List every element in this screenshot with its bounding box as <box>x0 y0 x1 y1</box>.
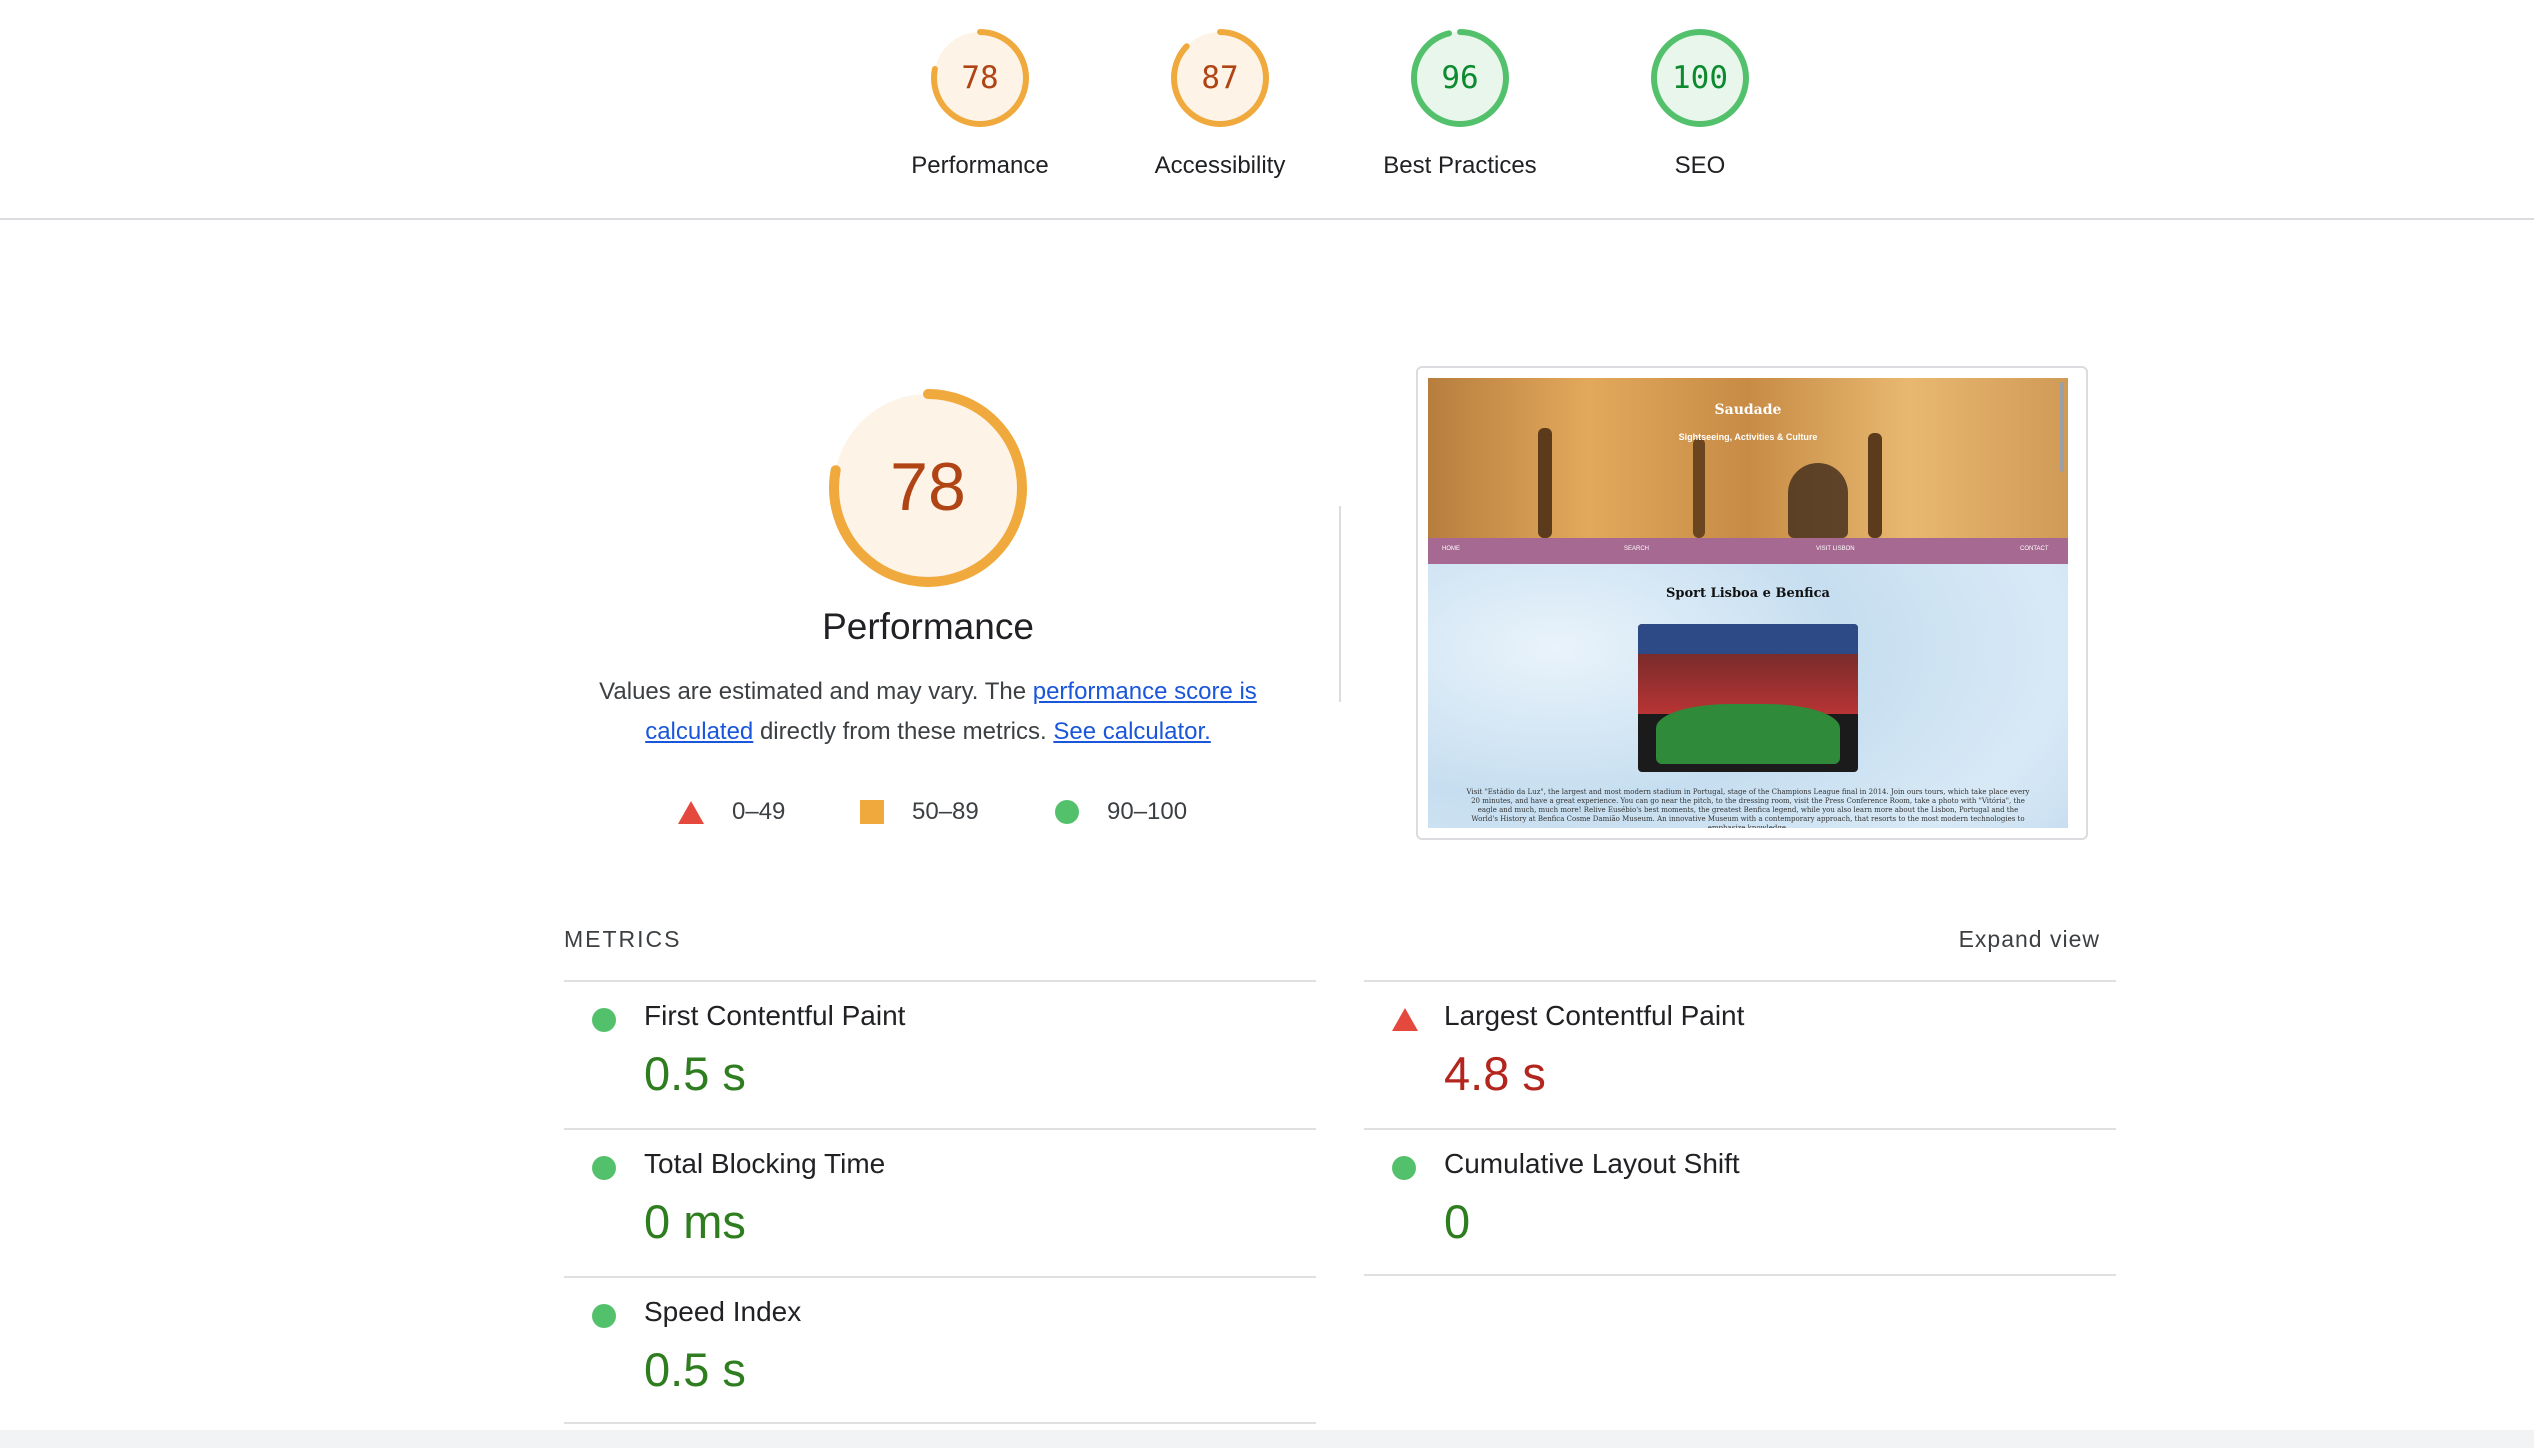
performance-gauge: 78 <box>829 389 1027 587</box>
nav-item: VISIT LISBON <box>1816 546 1855 552</box>
metric-speed-index: Speed Index 0.5 s <box>564 1278 1310 1426</box>
score-summary: 78 Performance 87 Accessibility 96 Best … <box>0 0 2534 220</box>
summary-gauge-performance[interactable]: 78 Performance <box>880 26 1080 180</box>
gauge-label: Best Practices <box>1383 152 1537 179</box>
performance-description: Values are estimated and may vary. The p… <box>568 672 1288 752</box>
gauge-label: Accessibility <box>1154 152 1286 179</box>
metric-title: Speed Index <box>644 1296 802 1327</box>
metric-largest-contentful-paint: Largest Contentful Paint 4.8 s <box>1364 982 2110 1130</box>
expand-view-toggle[interactable]: Expand view <box>1880 926 2100 953</box>
legend-average-label: 50–89 <box>912 798 979 825</box>
gauge-score: 96 <box>1441 60 1478 96</box>
gauge-ring: 96 <box>1411 29 1509 127</box>
gauge-label: SEO <box>1674 152 1726 179</box>
divider <box>1364 1274 2116 1276</box>
summary-gauge-accessibility[interactable]: 87 Accessibility <box>1120 26 1320 180</box>
legend-fail: 0–49 <box>678 794 785 830</box>
metric-title: Cumulative Layout Shift <box>1444 1148 1740 1179</box>
nav-item: CONTACT <box>2020 546 2049 552</box>
square-icon <box>860 800 884 824</box>
metric-first-contentful-paint: First Contentful Paint 0.5 s <box>564 982 1310 1130</box>
performance-score: 78 <box>890 449 966 525</box>
summary-gauge-seo[interactable]: 100 SEO <box>1600 26 1800 180</box>
metric-value: 0 ms <box>644 1195 746 1248</box>
legend-pass-label: 90–100 <box>1107 798 1188 825</box>
section-divider <box>1339 506 1341 702</box>
screenshot-image: Saudade Sightseeing, Activities & Cultur… <box>1428 378 2068 828</box>
metric-total-blocking-time: Total Blocking Time 0 ms <box>564 1130 1310 1278</box>
performance-title: Performance <box>822 606 1034 647</box>
metric-value: 0.5 s <box>644 1343 746 1396</box>
divider <box>564 1422 1316 1424</box>
site-logo: Saudade <box>1714 402 1782 418</box>
pass-circle-icon <box>592 1008 616 1032</box>
metric-cumulative-layout-shift: Cumulative Layout Shift 0 <box>1364 1130 2110 1278</box>
nav-item: SEARCH <box>1624 546 1650 552</box>
desc-text: Values are estimated and may vary. The <box>599 678 1033 705</box>
bottom-bar <box>0 1430 2534 1448</box>
nav-item: HOME <box>1442 546 1460 552</box>
gauge-label: Performance <box>911 152 1049 179</box>
legend-average: 50–89 <box>860 794 979 830</box>
pass-circle-icon <box>1392 1156 1416 1180</box>
site-tagline: Sightseeing, Activities & Culture <box>1678 432 1818 442</box>
site-nav: HOME SEARCH VISIT LISBON CONTACT <box>1428 538 2068 564</box>
circle-icon <box>1055 800 1079 824</box>
gauge-ring: 87 <box>1171 29 1269 127</box>
see-calculator-link[interactable]: See calculator. <box>1053 718 1210 745</box>
pass-circle-icon <box>592 1304 616 1328</box>
legend-pass: 90–100 <box>1055 794 1187 830</box>
desc-text: directly from these metrics. <box>753 718 1054 745</box>
legend-fail-label: 0–49 <box>732 798 786 825</box>
triangle-icon <box>678 800 704 824</box>
metric-title: Largest Contentful Paint <box>1444 1000 1745 1031</box>
fail-triangle-icon <box>1392 1008 1418 1031</box>
gauge-ring: 78 <box>931 29 1029 127</box>
final-screenshot[interactable]: Saudade Sightseeing, Activities & Cultur… <box>1416 366 2088 840</box>
gauge-score: 87 <box>1201 60 1238 96</box>
metric-title: Total Blocking Time <box>644 1148 886 1179</box>
pass-circle-icon <box>592 1156 616 1180</box>
metrics-heading: METRICS <box>564 926 682 952</box>
gauge-score: 100 <box>1672 60 1728 96</box>
metric-value: 4.8 s <box>1444 1047 1546 1100</box>
site-heading: Sport Lisboa e Benfica <box>1666 586 1830 601</box>
summary-gauge-best-practices[interactable]: 96 Best Practices <box>1360 26 1560 180</box>
metric-title: First Contentful Paint <box>644 1000 906 1031</box>
thumbnail-scrollbar <box>2060 382 2064 472</box>
gauge-ring: 100 <box>1651 29 1749 127</box>
site-body-text: Visit "Estádio da Luz", the largest and … <box>1466 788 2030 828</box>
metric-value: 0.5 s <box>644 1047 746 1100</box>
metric-value: 0 <box>1444 1195 1471 1248</box>
gauge-score: 78 <box>961 60 998 96</box>
stadium-photo <box>1638 624 1858 772</box>
